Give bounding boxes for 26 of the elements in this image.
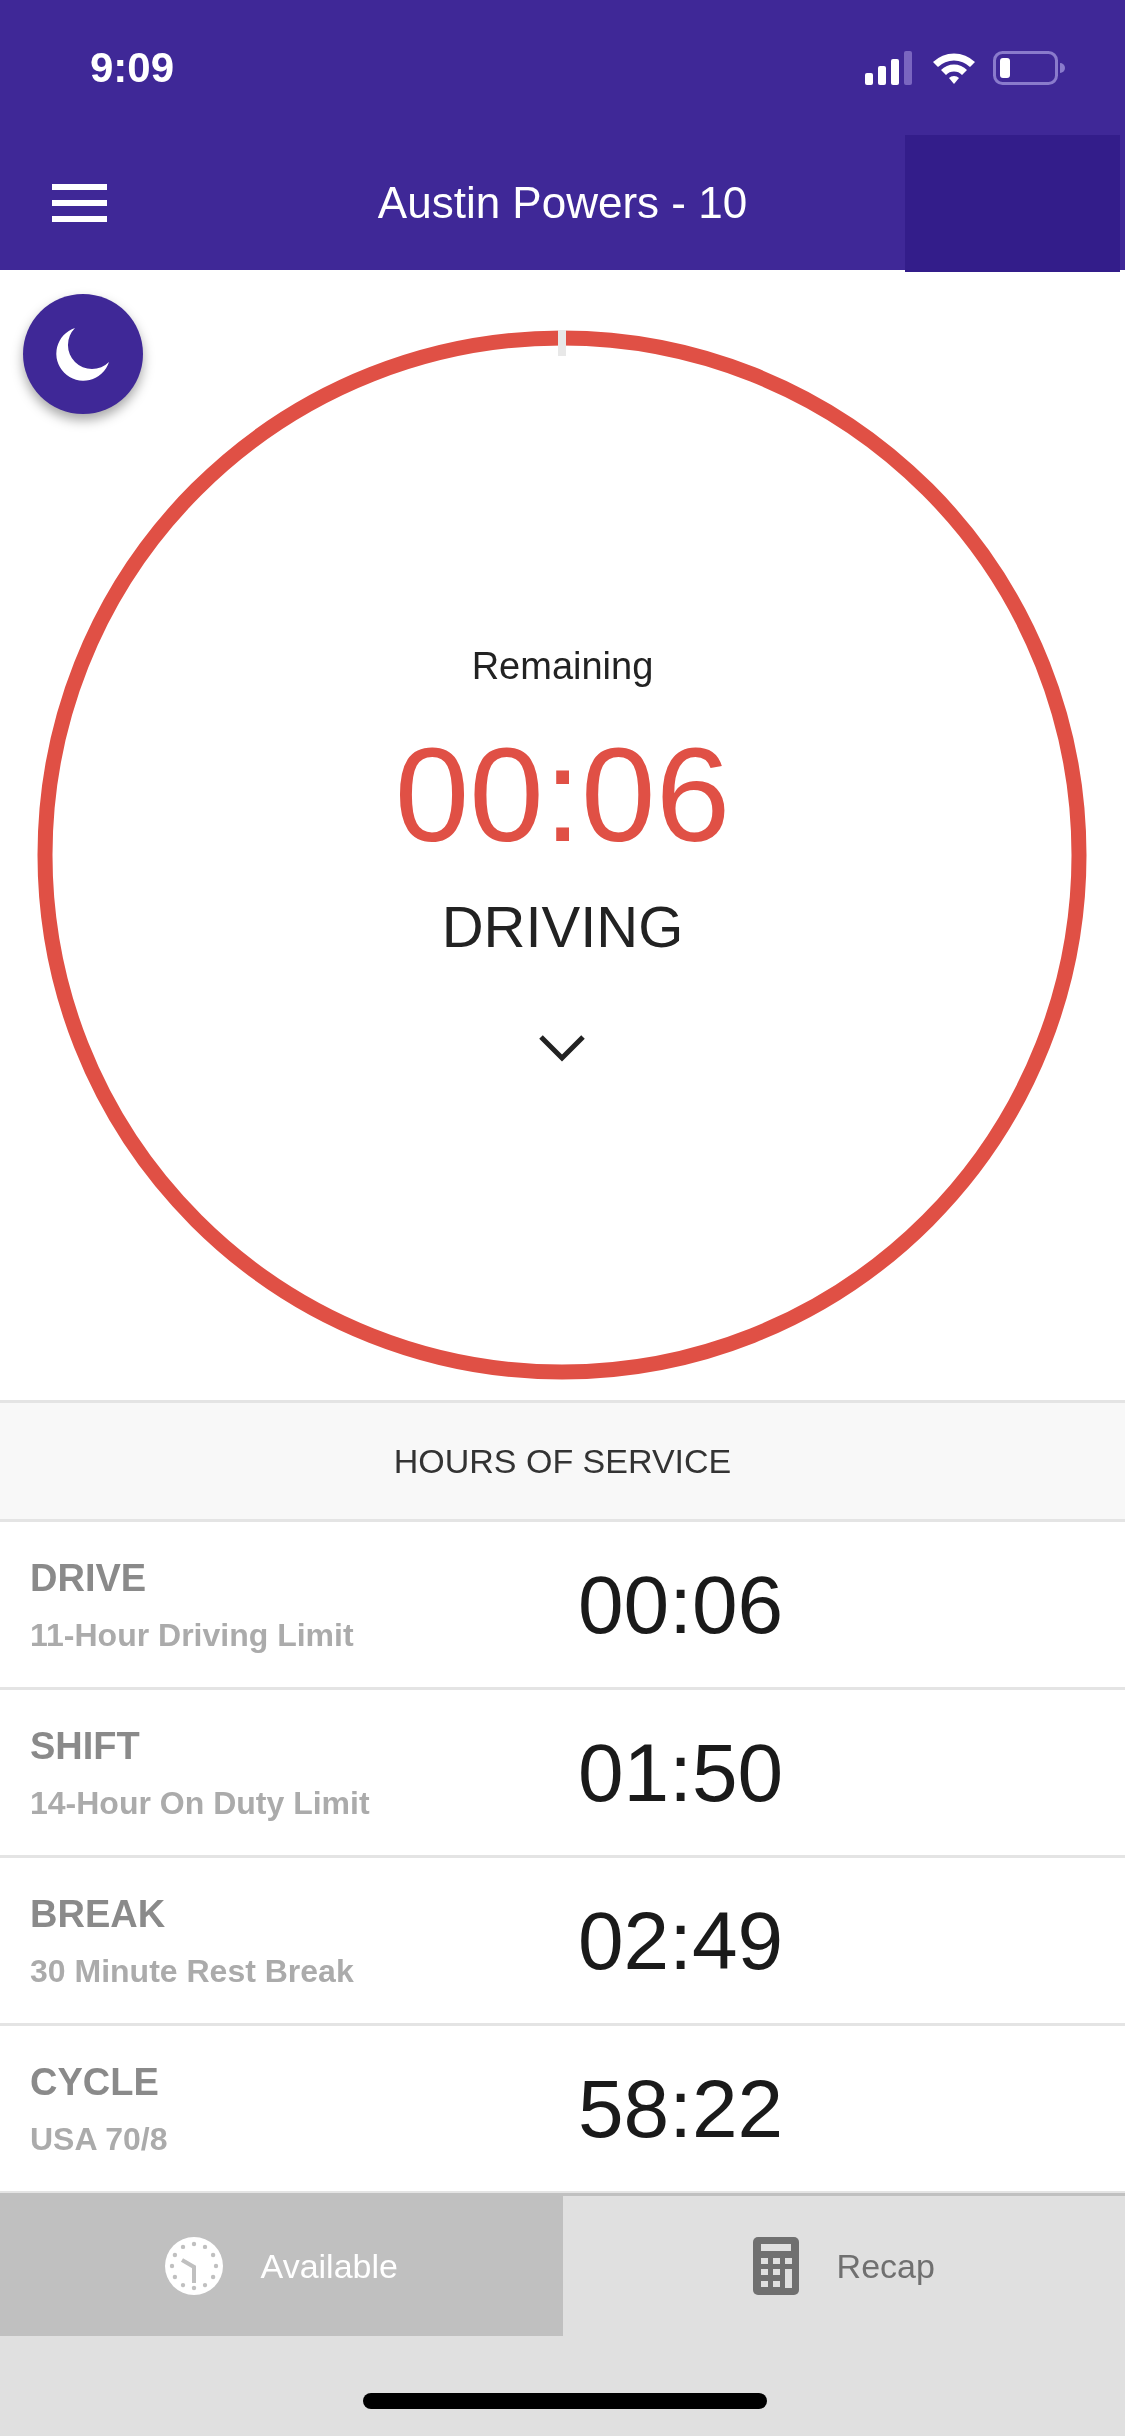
limit-time: 58:22: [578, 2062, 784, 2156]
header-title: Austin Powers - 10: [377, 176, 748, 229]
signal-icon: [865, 50, 915, 85]
limit-time: 00:06: [578, 1558, 784, 1652]
battery-icon: [993, 50, 1065, 85]
limit-description: USA 70/8: [30, 2120, 169, 2159]
night-mode-button[interactable]: [23, 294, 143, 414]
remaining-label: Remaining: [471, 644, 654, 690]
remaining-time: 00:06: [394, 721, 731, 869]
limit-time: 01:50: [578, 1726, 784, 1820]
status-time: 9:09: [90, 43, 175, 93]
chevron-down-icon[interactable]: [538, 1033, 587, 1062]
calculator-icon: [752, 2237, 799, 2295]
duty-status: DRIVING: [441, 892, 684, 961]
limit-name: DRIVE: [30, 1556, 148, 1601]
limit-name: CYCLE: [30, 2060, 160, 2105]
limit-description: 11-Hour Driving Limit: [30, 1616, 355, 1655]
clock-icon: [164, 2237, 223, 2295]
limit-description: 14-Hour On Duty Limit: [30, 1784, 371, 1823]
limit-name: BREAK: [30, 1892, 167, 1937]
limit-time: 02:49: [578, 1894, 784, 1988]
limit-description: 30 Minute Rest Break: [30, 1952, 355, 1991]
wifi-icon: [931, 50, 977, 85]
menu-button[interactable]: [52, 183, 107, 222]
limit-name: SHIFT: [30, 1724, 141, 1769]
section-title: HOURS OF SERVICE: [393, 1440, 732, 1482]
